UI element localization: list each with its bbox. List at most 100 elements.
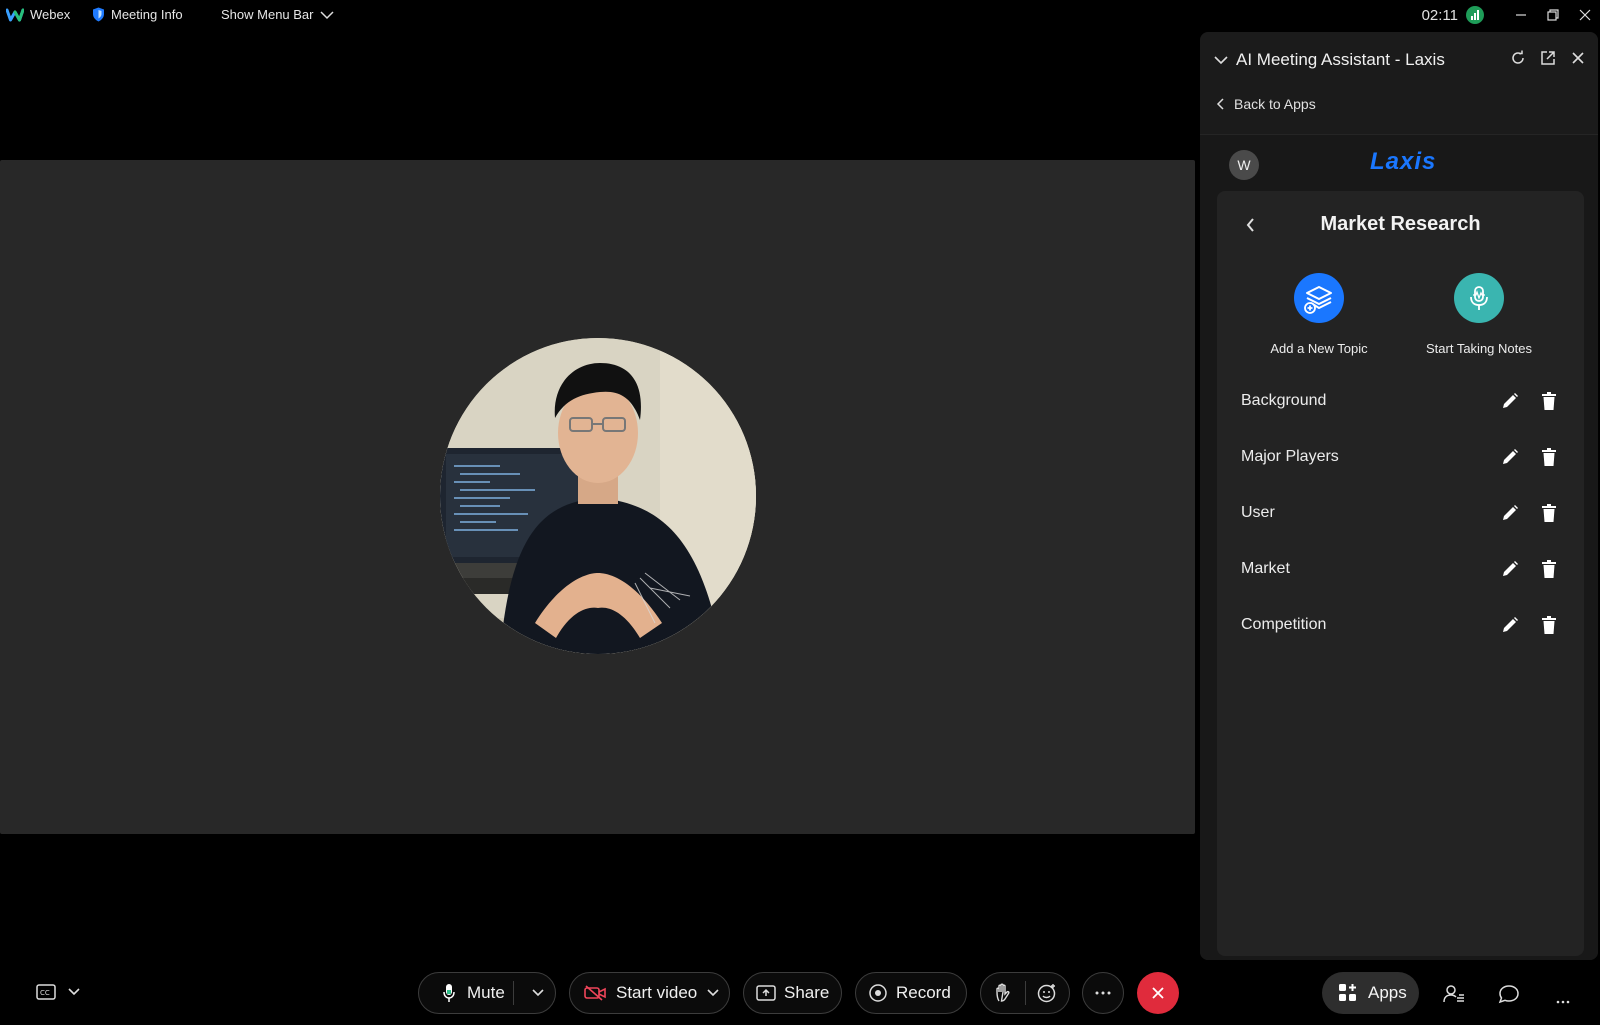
shield-icon [93,7,104,22]
share-label: Share [784,983,830,1002]
topic-item[interactable]: Market [1217,541,1584,597]
trash-icon[interactable] [1541,616,1557,634]
apps-label: Apps [1368,983,1407,1002]
market-research-card: Market Research Add a New Topic Start Ta… [1217,191,1584,956]
refresh-icon [1512,50,1524,64]
pencil-icon[interactable] [1501,448,1519,466]
trash-icon[interactable] [1541,560,1557,578]
webex-logo-icon [6,8,24,21]
microphone-icon [1454,273,1504,323]
user-avatar[interactable]: W [1229,150,1259,180]
trash-icon[interactable] [1541,392,1557,410]
meeting-controls-bar: CC Mute Start video Share Record Apps [0,960,1600,1025]
video-off-icon [584,985,606,1001]
laxis-logo: Laxis [1370,148,1437,175]
chat-icon [1498,985,1519,1004]
add-topic-icon [1294,273,1344,323]
topic-name: Major Players [1241,448,1339,465]
mute-label: Mute [467,983,505,1002]
add-new-topic-button[interactable]: Add a New Topic [1249,273,1389,356]
collapse-panel-icon[interactable] [1214,55,1228,65]
close-icon [1572,52,1584,64]
reactions-group [980,972,1070,1014]
more-options-button[interactable] [1082,972,1124,1014]
pop-out-button[interactable] [1538,48,1558,68]
laxis-app-panel: AI Meeting Assistant - Laxis Back to App… [1200,32,1598,960]
webex-label: Webex [30,7,71,22]
chevron-left-icon [1216,98,1224,110]
chevron-down-icon [319,10,334,19]
participant-video-stage [0,160,1195,834]
pencil-icon[interactable] [1501,560,1519,578]
leave-meeting-button[interactable] [1137,972,1179,1014]
back-to-apps-link[interactable]: Back to Apps [1216,96,1316,112]
start-video-button[interactable]: Start video [569,972,730,1014]
apps-grid-icon [1339,984,1356,1001]
trash-icon[interactable] [1541,504,1557,522]
mute-button[interactable]: Mute [418,972,556,1014]
raise-hand-button[interactable] [981,983,1025,1003]
start-video-label: Start video [616,983,698,1002]
close-icon [1579,9,1591,21]
share-button[interactable]: Share [743,972,842,1014]
closed-captions-icon: CC [36,984,56,1000]
chevron-down-icon[interactable] [706,985,720,1001]
chevron-down-icon[interactable] [531,985,545,1001]
more-panels-button[interactable] [1556,991,1570,1009]
topic-name: Market [1241,560,1290,577]
topic-name: Background [1241,392,1327,409]
clock: 02:11 [1421,6,1458,24]
apps-button[interactable]: Apps [1322,972,1419,1014]
start-taking-notes-button[interactable]: Start Taking Notes [1409,273,1549,356]
topic-list: Background Major Players User Market Com… [1217,373,1584,653]
start-notes-label: Start Taking Notes [1426,341,1532,356]
topic-name: Competition [1241,616,1327,633]
restore-icon [1547,9,1559,21]
minimize-icon [1516,14,1526,16]
share-screen-icon [756,985,776,1001]
close-icon [1152,987,1164,999]
more-horizontal-icon [1095,991,1111,995]
close-panel-button[interactable] [1568,48,1588,68]
pencil-icon[interactable] [1501,392,1519,410]
pop-out-icon [1541,51,1555,65]
reactions-button[interactable] [1025,983,1069,1003]
card-title: Market Research [1320,213,1481,235]
record-button[interactable]: Record [855,972,967,1014]
minimize-button[interactable] [1506,0,1536,30]
participants-icon [1443,985,1464,1003]
more-horizontal-icon [1556,1000,1570,1004]
pencil-icon[interactable] [1501,616,1519,634]
refresh-button[interactable] [1508,48,1528,68]
laxis-app-content: W Laxis Market Research Add a New Topic [1200,135,1598,960]
trash-icon[interactable] [1541,448,1557,466]
raise-hand-icon [996,983,1010,1002]
record-icon [869,984,887,1002]
panel-title: AI Meeting Assistant - Laxis [1236,50,1445,69]
topic-item[interactable]: User [1217,485,1584,541]
chat-button[interactable] [1498,984,1520,1009]
webex-app-menu[interactable]: Webex [6,7,70,22]
participant-avatar [440,338,756,654]
restore-button[interactable] [1538,0,1568,30]
meeting-info-button[interactable]: Meeting Info [92,7,183,22]
meeting-info-label: Meeting Info [111,7,183,22]
window-close-button[interactable] [1570,0,1600,30]
topic-item[interactable]: Major Players [1217,429,1584,485]
topic-name: User [1241,504,1275,521]
record-label: Record [896,983,951,1002]
microphone-icon [443,984,455,1002]
topic-item[interactable]: Competition [1217,597,1584,653]
network-signal-icon[interactable] [1466,6,1484,24]
title-bar: Webex Meeting Info Show Menu Bar 02:11 [0,0,1600,32]
captions-button[interactable]: CC [36,984,80,1000]
pencil-icon[interactable] [1501,504,1519,522]
participants-button[interactable] [1443,984,1465,1009]
svg-text:CC: CC [40,989,50,997]
topic-item[interactable]: Background [1217,373,1584,429]
chevron-down-icon [68,988,80,996]
show-menu-bar-label: Show Menu Bar [221,7,314,22]
show-menu-bar-button[interactable]: Show Menu Bar [221,7,334,22]
back-to-apps-label: Back to Apps [1234,96,1316,112]
add-topic-label: Add a New Topic [1270,341,1368,356]
